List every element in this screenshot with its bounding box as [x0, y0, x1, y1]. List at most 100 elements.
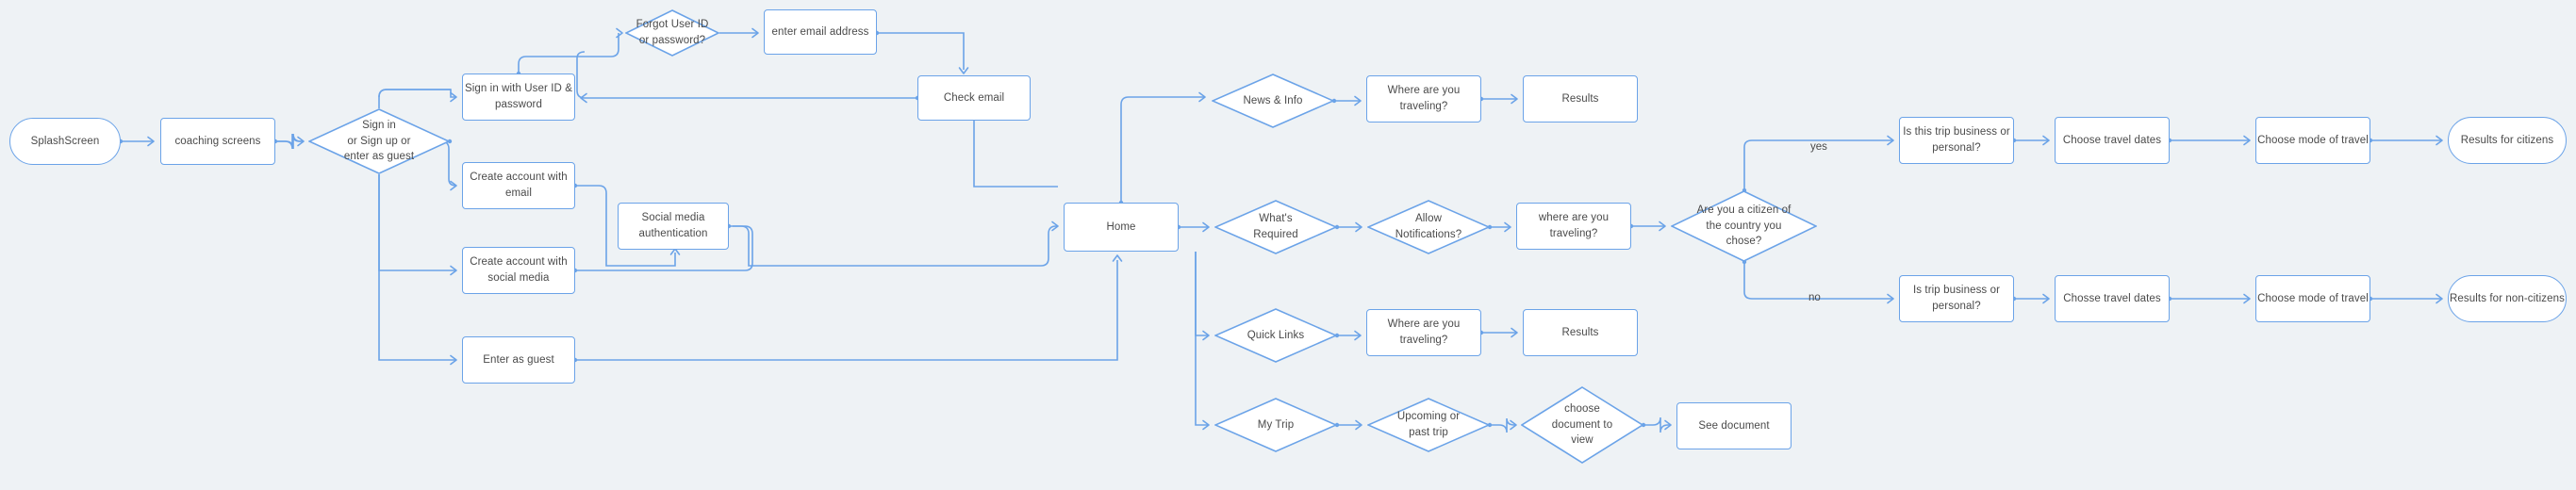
node-label: Results — [1561, 326, 1599, 338]
node-signin_choice[interactable]: Sign in or Sign up or enter as guest — [308, 108, 450, 174]
node-results_2[interactable]: Results — [1523, 309, 1638, 356]
edge-where1-to-results1 — [1478, 93, 1518, 105]
node-forgot[interactable]: Forgot User ID or password? — [625, 9, 719, 57]
node-label: Results — [1561, 92, 1599, 105]
node-label: coaching screens — [174, 135, 261, 147]
node-label: Is trip business or personal? — [1912, 285, 2001, 312]
node-results_1[interactable]: Results — [1523, 75, 1638, 122]
edge-whats-required-to-notif — [1334, 221, 1362, 233]
node-coaching[interactable]: coaching screens — [160, 118, 275, 165]
node-trip_biz_1[interactable]: Is this trip business or personal? — [1899, 117, 2014, 164]
node-choose_doc[interactable]: choose document to view — [1521, 386, 1643, 464]
edge-news-to-where1 — [1331, 95, 1362, 106]
node-label: Are you a citizen of the country you chose… — [1696, 204, 1792, 248]
node-create_social[interactable]: Create account with social media — [462, 247, 575, 294]
node-my_trip[interactable]: My Trip — [1214, 398, 1337, 452]
edge-home-to-whats-required — [1176, 221, 1210, 233]
edge-signin-to-forgot — [516, 27, 623, 76]
node-label: My Trip — [1257, 418, 1295, 431]
node-label: Choose mode of travel — [2257, 134, 2369, 146]
node-label: Chosse travel dates — [2063, 292, 2161, 304]
node-upcoming_past[interactable]: Upcoming or past trip — [1367, 398, 1490, 452]
node-label: Sign in with User ID & password — [464, 83, 573, 110]
node-label: Enter as guest — [483, 353, 554, 366]
node-enter_email[interactable]: enter email address — [764, 9, 877, 55]
node-where_travel_3[interactable]: Where are you traveling? — [1366, 309, 1481, 356]
node-dates_2[interactable]: Chosse travel dates — [2055, 275, 2170, 322]
edge-signin-choice-to-guest — [378, 174, 457, 366]
edge-signin-choice-to-signin — [378, 89, 457, 108]
node-check_email[interactable]: Check email — [917, 75, 1031, 121]
edge-splash-to-coaching — [118, 136, 155, 147]
node-label: Upcoming or past trip — [1396, 411, 1461, 438]
node-label: Choose travel dates — [2062, 134, 2162, 146]
edge-label-yes-label: yes — [1810, 141, 1827, 153]
edge-check-email-to-signin — [576, 51, 920, 104]
node-label: Is this trip business or personal? — [1903, 126, 2010, 154]
node-quick_links[interactable]: Quick Links — [1214, 308, 1337, 363]
edge-trip1-to-dates1 — [2011, 135, 2050, 146]
edge-home-to-news — [1118, 91, 1206, 205]
flowchart-canvas: SplashScreen coaching screens Sign in or Si… — [0, 0, 2576, 490]
edge-notif-to-where2 — [1487, 221, 1511, 233]
node-news_info[interactable]: News & Info — [1212, 74, 1334, 128]
edge-where2-to-citizen — [1628, 220, 1666, 232]
edge-trip2-to-dates2 — [2011, 293, 2050, 304]
node-results_citizens[interactable]: Results for citizens — [2448, 117, 2567, 164]
node-dates_1[interactable]: Choose travel dates — [2055, 117, 2170, 164]
edge-coaching-out — [275, 133, 304, 150]
edge-dates1-to-mode1 — [2167, 135, 2251, 146]
node-where_travel_1[interactable]: Where are you traveling? — [1366, 75, 1481, 122]
edge-mode1-to-results-citizens — [2368, 135, 2443, 146]
node-social_auth[interactable]: Social media authentication — [618, 203, 729, 250]
edge-label-no-label: no — [1808, 292, 1821, 303]
node-where_travel_2[interactable]: where are you traveling? — [1516, 203, 1631, 250]
node-see_document[interactable]: See document — [1676, 402, 1792, 449]
node-splash[interactable]: SplashScreen — [9, 118, 121, 165]
node-label: SplashScreen — [30, 135, 100, 147]
node-label: Where are you traveling? — [1387, 85, 1461, 112]
node-trip_biz_2[interactable]: Is trip business or personal? — [1899, 275, 2014, 322]
edge-home-to-quick-links — [1195, 252, 1210, 341]
edge-home-branch-down — [1195, 252, 1210, 431]
node-label: What's Required — [1253, 213, 1298, 240]
node-label: Choose mode of travel — [2257, 292, 2369, 304]
node-citizen[interactable]: Are you a citizen of the country you chose… — [1671, 190, 1817, 262]
edge-dates2-to-mode2 — [2167, 293, 2251, 304]
node-label: Create account with email — [470, 172, 568, 199]
edge-check-email-to-home — [973, 121, 1058, 188]
node-label: News & Info — [1243, 94, 1303, 106]
node-whats_required[interactable]: What's Required — [1214, 200, 1337, 254]
edge-social-auth-to-home — [726, 220, 1059, 267]
edge-choose-doc-to-see-doc — [1641, 416, 1672, 433]
node-signin_userid[interactable]: Sign in with User ID & password — [462, 74, 575, 121]
edge-forgot-to-enter-email — [719, 27, 759, 39]
edge-enter-email-to-check-email — [874, 30, 969, 74]
node-allow_notif[interactable]: Allow Notifications? — [1367, 200, 1490, 254]
node-create_email[interactable]: Create account with email — [462, 162, 575, 209]
edge-coaching-to-signin-choice — [272, 133, 305, 150]
node-label: Check email — [943, 91, 1005, 104]
node-label: choose document to view — [1551, 402, 1613, 447]
node-label: Where are you traveling? — [1387, 318, 1461, 346]
edge-upcoming-to-choose-doc — [1487, 417, 1517, 433]
node-label: Social media authentication — [638, 212, 708, 239]
node-label: where are you traveling? — [1538, 212, 1610, 239]
node-label: Allow Notifications? — [1395, 213, 1462, 240]
node-label: Results for non-citizens — [2450, 292, 2565, 304]
edge-mode2-to-results-noncit — [2368, 293, 2443, 304]
edge-guest-to-home — [572, 254, 1123, 363]
node-label: Home — [1106, 220, 1136, 233]
edge-signin-choice-to-create-social — [378, 174, 457, 276]
edge-signin-choice-top-join — [378, 89, 456, 98]
node-results_noncit[interactable]: Results for non-citizens — [2448, 275, 2567, 322]
node-mode_2[interactable]: Choose mode of travel — [2255, 275, 2370, 322]
edge-my-trip-to-upcoming — [1334, 419, 1362, 431]
node-enter_guest[interactable]: Enter as guest — [462, 336, 575, 384]
edge-where3-to-results2 — [1478, 327, 1518, 338]
node-label: enter email address — [771, 25, 869, 38]
node-mode_1[interactable]: Choose mode of travel — [2255, 117, 2370, 164]
node-home[interactable]: Home — [1064, 203, 1179, 252]
node-label: Create account with social media — [470, 256, 568, 284]
node-label: Results for citizens — [2460, 134, 2554, 146]
